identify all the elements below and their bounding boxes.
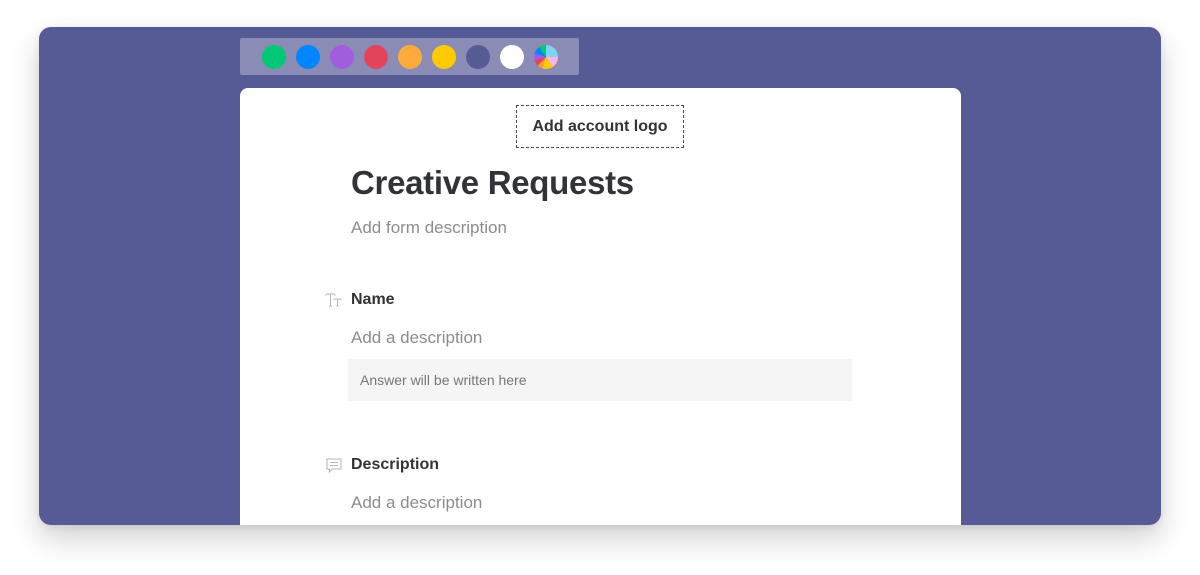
color-swatch-blue[interactable] <box>296 44 320 69</box>
question-title-description[interactable]: Description <box>351 456 439 474</box>
form-editor-canvas: Add account logo Creative Requests Add f… <box>39 27 1161 525</box>
color-swatch-indigo[interactable] <box>466 44 490 69</box>
form-card: Add account logo Creative Requests Add f… <box>240 88 961 525</box>
question-title-name[interactable]: Name <box>351 291 395 309</box>
color-swatch-yellow[interactable] <box>432 44 456 69</box>
answer-input[interactable] <box>348 359 852 401</box>
long-text-icon <box>325 456 343 474</box>
color-palette <box>240 38 579 75</box>
form-title[interactable]: Creative Requests <box>351 164 634 202</box>
color-swatch-red[interactable] <box>364 44 388 69</box>
color-swatch-green[interactable] <box>262 44 286 69</box>
text-type-icon <box>325 291 343 309</box>
question-description-placeholder[interactable]: Add a description <box>351 493 482 513</box>
color-swatch-purple[interactable] <box>330 44 354 69</box>
question-description-placeholder[interactable]: Add a description <box>351 328 482 348</box>
color-swatch-custom[interactable] <box>534 44 558 69</box>
add-account-logo-button[interactable]: Add account logo <box>516 105 684 148</box>
form-description-placeholder[interactable]: Add form description <box>351 218 507 238</box>
color-swatch-orange[interactable] <box>398 44 422 69</box>
color-swatch-white[interactable] <box>500 44 524 69</box>
